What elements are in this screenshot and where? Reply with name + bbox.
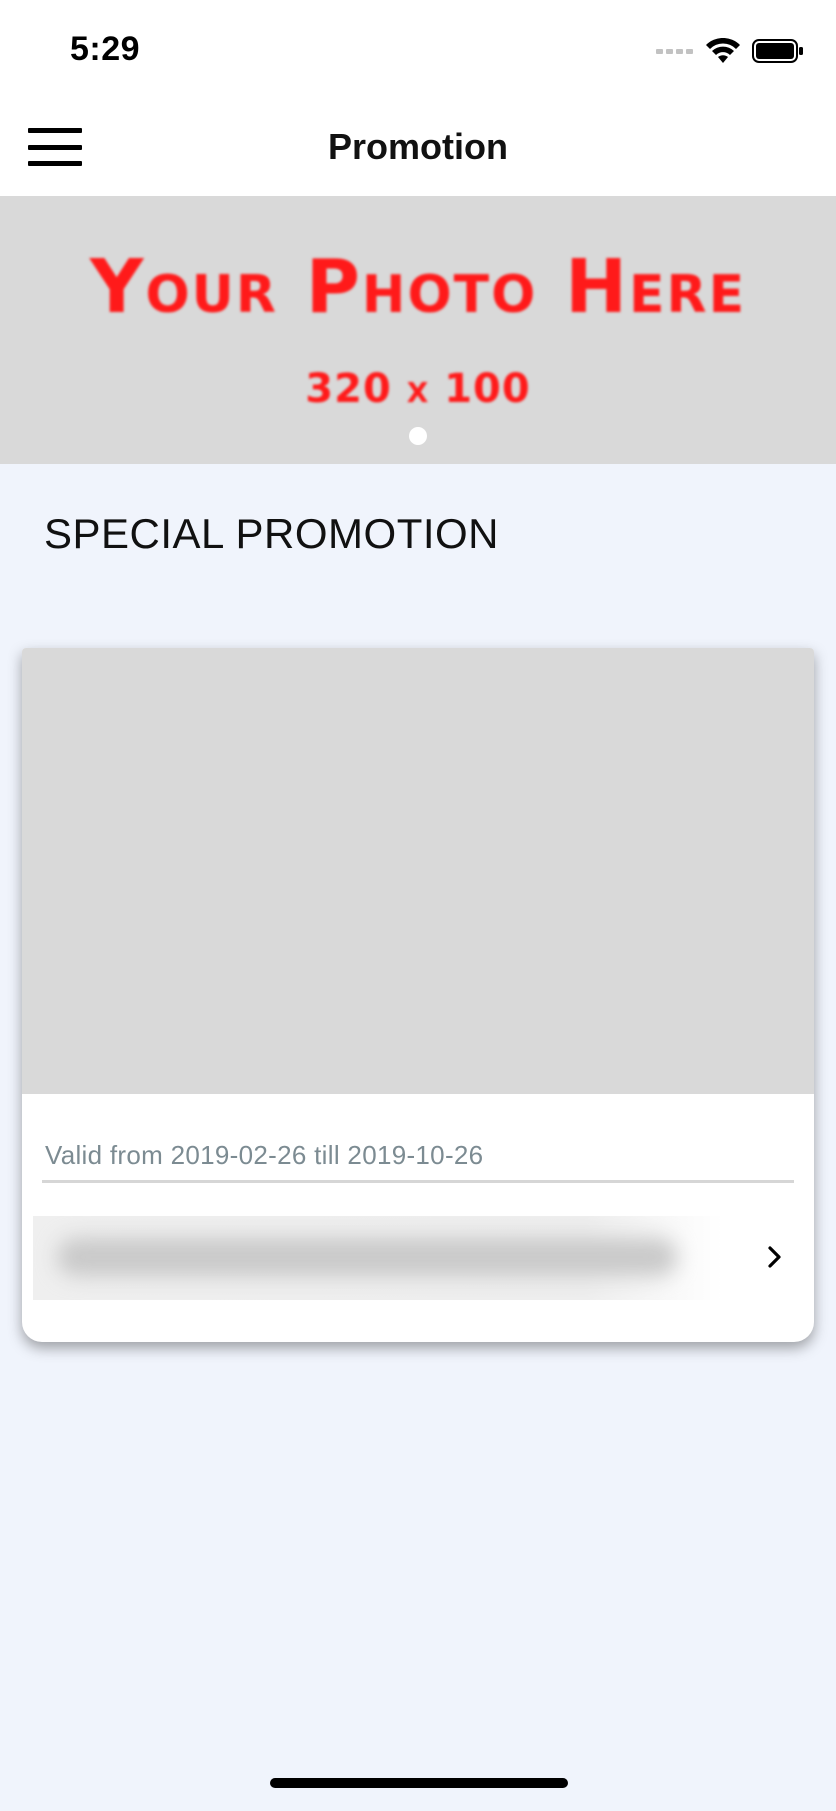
wifi-icon — [706, 38, 740, 63]
status-bar: 5:29 — [0, 0, 836, 100]
banner-placeholder-size: 320 x 100 — [305, 366, 531, 412]
navigation-bar: Promotion — [0, 100, 836, 196]
carousel-page-indicator — [409, 427, 427, 445]
chevron-right-icon — [768, 1246, 781, 1268]
status-icons — [656, 38, 804, 64]
cellular-signal-icon — [656, 49, 693, 54]
promo-banner-carousel[interactable]: Your Photo Here 320 x 100 — [0, 196, 836, 464]
promotion-image-placeholder — [22, 648, 814, 1094]
promotion-detail-link[interactable] — [33, 1216, 793, 1300]
promotion-validity-text: Valid from 2019-02-26 till 2019-10-26 — [45, 1140, 484, 1170]
promotion-title-blurred — [33, 1216, 723, 1300]
battery-icon — [752, 39, 803, 63]
status-time: 5:29 — [70, 30, 141, 68]
promotion-card[interactable]: Valid from 2019-02-26 till 2019-10-26 — [22, 648, 814, 1342]
home-indicator — [270, 1778, 568, 1788]
page-title: Promotion — [328, 126, 508, 167]
section-title: SPECIAL PROMOTION — [44, 510, 500, 557]
banner-placeholder-title: Your Photo Here — [89, 244, 747, 330]
divider — [42, 1180, 794, 1183]
